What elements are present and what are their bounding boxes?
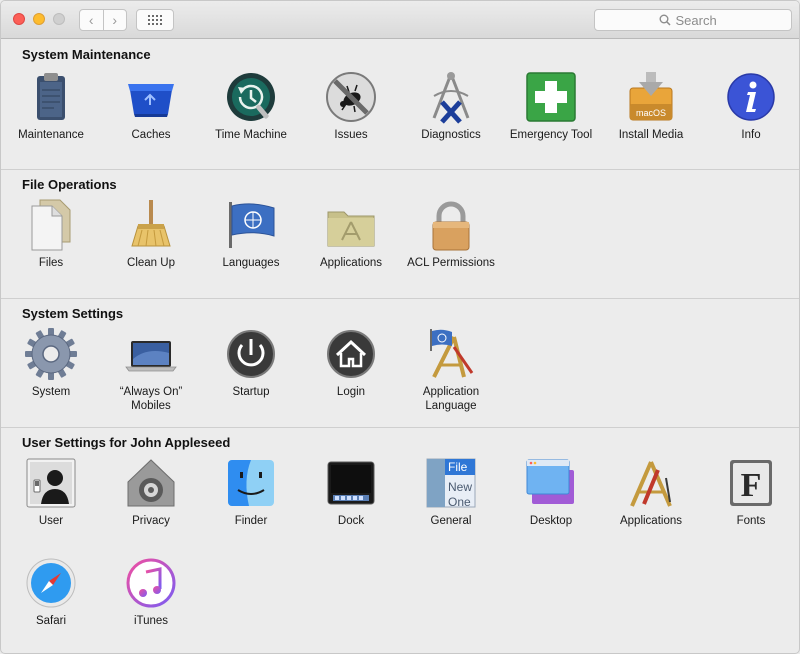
itunes-icon [126, 558, 176, 608]
section-title: User Settings for John Appleseed [22, 435, 231, 450]
clipboard-icon [37, 73, 65, 120]
chevron-right-icon: › [112, 12, 118, 28]
app-language-icon [430, 329, 474, 378]
pref-privacy[interactable]: Privacy [101, 456, 201, 528]
pref-safari[interactable]: Safari [1, 556, 101, 628]
pref-user[interactable]: User [1, 456, 101, 528]
navigation-buttons: ‹ › [79, 9, 127, 31]
pref-maintenance[interactable]: Maintenance [1, 70, 101, 142]
pref-emergency-tool[interactable]: Emergency Tool [501, 70, 601, 142]
section-system-settings: System Settings System “Always On” Mobil… [1, 298, 799, 428]
pref-caches[interactable]: Caches [101, 70, 201, 142]
zoom-window-button[interactable] [53, 13, 65, 25]
pref-time-machine[interactable]: Time Machine [201, 70, 301, 142]
install-media-icon-text: macOS [636, 108, 666, 118]
general-icon: File New One [426, 458, 476, 509]
time-machine-icon [227, 73, 275, 121]
close-window-button[interactable] [13, 13, 25, 25]
pref-files[interactable]: Files [1, 198, 101, 270]
gear-icon [25, 328, 77, 380]
first-aid-icon [526, 72, 576, 122]
pref-general[interactable]: File New One General [401, 456, 501, 528]
pref-clean-up[interactable]: Clean Up [101, 198, 201, 270]
section-title: File Operations [22, 177, 117, 192]
preferences-window: ‹ › System Maintenance [0, 0, 800, 654]
title-bar: ‹ › [1, 1, 799, 39]
pref-fonts[interactable]: F Fonts [701, 456, 799, 528]
pref-dock[interactable]: Dock [301, 456, 401, 528]
magnifier-icon [659, 14, 671, 26]
section-file-operations: File Operations Files Clean Up Languages… [1, 169, 799, 299]
general-icon-text-new: New [448, 480, 472, 494]
info-icon [727, 73, 775, 121]
pref-desktop[interactable]: Desktop [501, 456, 601, 528]
pref-applications[interactable]: Applications [601, 456, 701, 528]
grid-icon [148, 15, 162, 25]
house-lock-icon [127, 459, 175, 507]
show-all-button[interactable] [136, 9, 174, 31]
pref-install-media[interactable]: macOS Install Media [601, 70, 701, 142]
pref-info[interactable]: Info [701, 70, 799, 142]
documents-icon [31, 199, 71, 251]
applications-icon [630, 461, 672, 507]
pref-application-language[interactable]: Application Language [401, 327, 501, 413]
section-user-settings: User Settings for John Appleseed User Pr… [1, 427, 799, 653]
broom-icon [131, 200, 171, 247]
fonts-icon-letter: F [741, 467, 762, 504]
padlock-icon [432, 201, 470, 251]
pref-diagnostics[interactable]: Diagnostics [401, 70, 501, 142]
pref-acl-permissions[interactable]: ACL Permissions [401, 198, 501, 270]
pref-always-on-mobiles[interactable]: “Always On” Mobiles [101, 327, 201, 413]
un-flag-icon [229, 202, 275, 248]
search-field[interactable] [594, 9, 792, 31]
general-icon-text-file: File [448, 460, 468, 474]
general-icon-text-one: One [448, 495, 471, 509]
no-bug-icon [326, 72, 376, 122]
power-icon [227, 330, 275, 378]
pref-login[interactable]: Login [301, 327, 401, 399]
forward-button[interactable]: › [102, 10, 127, 30]
section-title: System Settings [22, 306, 124, 321]
recycle-bin-icon [128, 84, 174, 117]
pref-system[interactable]: System [1, 327, 101, 399]
chevron-left-icon: ‹ [88, 12, 94, 28]
search-input[interactable] [675, 12, 728, 28]
laptop-icon [125, 341, 177, 372]
pref-startup[interactable]: Startup [201, 327, 301, 399]
safari-compass-icon [26, 558, 76, 608]
pref-finder[interactable]: Finder [201, 456, 301, 528]
finder-icon [228, 460, 274, 506]
fonts-icon: F [730, 460, 772, 506]
section-title: System Maintenance [22, 47, 151, 62]
dock-icon [327, 461, 375, 505]
pref-languages[interactable]: Languages [201, 198, 301, 270]
pref-itunes[interactable]: iTunes [101, 556, 201, 628]
back-button[interactable]: ‹ [80, 10, 103, 30]
pref-issues[interactable]: Issues [301, 70, 401, 142]
applications-folder-icon [327, 211, 375, 247]
desktop-icon [526, 459, 574, 504]
user-silhouette-icon [26, 458, 76, 508]
pref-applications-folder[interactable]: Applications [301, 198, 401, 270]
installer-drive-icon: macOS [629, 72, 673, 121]
home-icon [327, 330, 375, 378]
minimize-window-button[interactable] [33, 13, 45, 25]
section-system-maintenance: System Maintenance Maintenance Caches Ti… [1, 40, 799, 170]
calipers-icon [432, 72, 470, 124]
